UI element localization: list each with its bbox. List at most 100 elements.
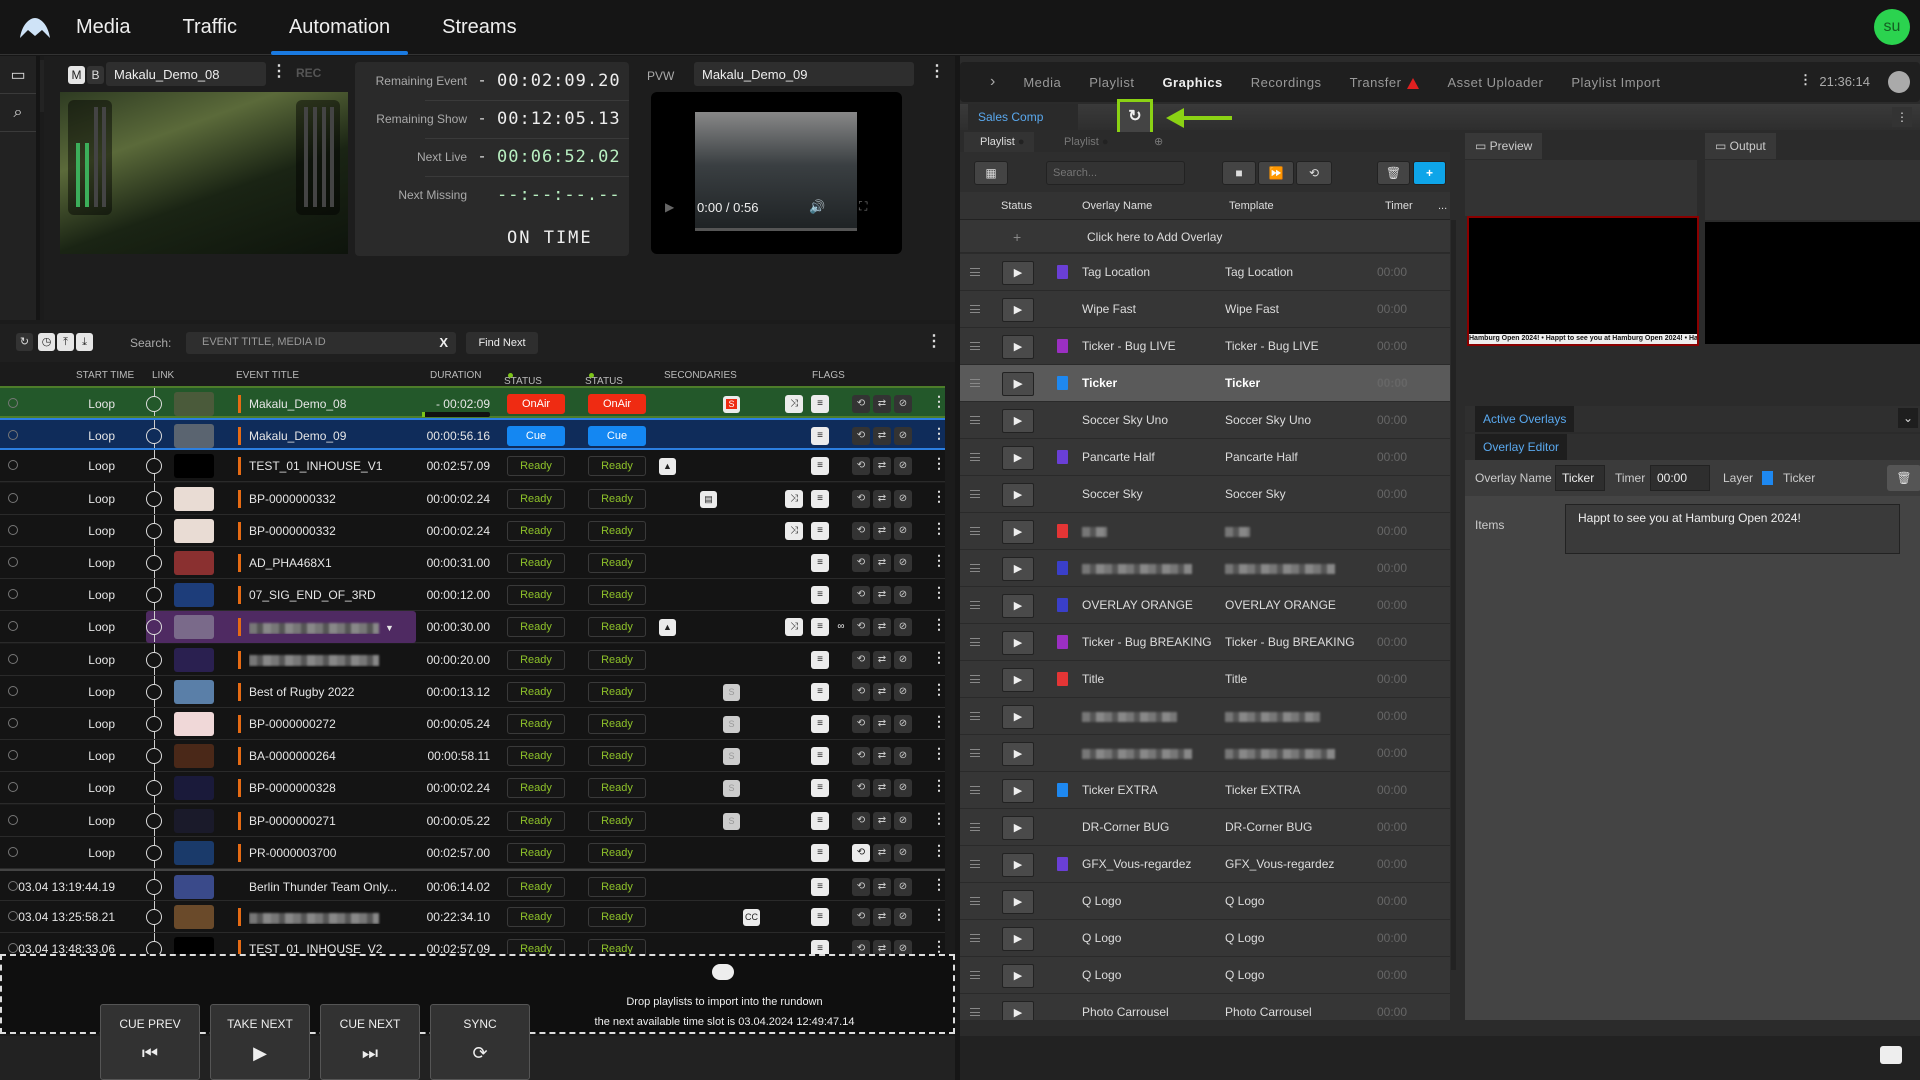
closed-caption-icon[interactable]: CC [743, 909, 760, 927]
drag-handle-icon[interactable] [970, 379, 980, 387]
status-m[interactable]: OnAir [507, 394, 565, 414]
loop-flag-icon[interactable]: ⟲ [852, 779, 870, 798]
main-backup-toggle[interactable]: M B [68, 66, 104, 84]
status-m[interactable]: Ready [507, 456, 565, 477]
status-b[interactable]: Ready [588, 585, 646, 606]
overlay-row[interactable]: ▶ Soccer Sky Soccer Sky 00:00 [960, 476, 1450, 513]
rundown-row[interactable]: Loop 00:00:20.00 Ready Ready ≡ ⟲ ⇄ ⊘ ⋮ [0, 643, 946, 676]
player-progress[interactable] [695, 228, 857, 231]
sequence-flag-icon[interactable]: ⇄ [873, 747, 891, 766]
drag-handle-icon[interactable] [970, 971, 980, 979]
playlist-flag-icon[interactable]: ≡ [811, 715, 829, 733]
play-overlay-button[interactable]: ▶ [1002, 409, 1034, 433]
no-record-flag-icon[interactable]: ⊘ [894, 521, 912, 540]
link-icon[interactable] [146, 780, 162, 797]
cue-next-button[interactable]: CUE NEXT ⏭ [320, 1004, 420, 1080]
sequence-flag-icon[interactable]: ⇄ [873, 908, 891, 927]
loop-flag-icon[interactable]: ⟲ [852, 908, 870, 927]
drag-handle-icon[interactable] [970, 490, 980, 498]
rundown-row[interactable]: Loop Makalu_Demo_08 - 00:02:09 OnAir OnAir S ⤨… [0, 386, 946, 418]
status-b[interactable]: OnAir [588, 394, 646, 414]
status-m[interactable]: Ready [507, 842, 565, 863]
overlay-row[interactable]: ▶ Pancarte Half Pancarte Half 00:00 [960, 439, 1450, 476]
timer-input[interactable]: 00:00 [1650, 465, 1710, 491]
delete-button[interactable]: 🗑 [1377, 161, 1410, 185]
status-b[interactable]: Ready [588, 553, 646, 573]
sequence-flag-icon[interactable]: ⇄ [873, 878, 891, 896]
drag-handle-icon[interactable] [970, 1008, 980, 1016]
sync-button[interactable]: SYNC ⟳ [430, 1004, 530, 1080]
clock-icon[interactable] [8, 621, 18, 632]
drag-handle-icon[interactable] [970, 675, 980, 683]
status-b[interactable]: Ready [588, 810, 646, 831]
status-m[interactable]: Ready [507, 714, 565, 734]
drag-handle-icon[interactable] [970, 305, 980, 313]
playlist-flag-icon[interactable]: ≡ [811, 650, 829, 669]
status-b[interactable]: Ready [588, 649, 646, 670]
loop-flag-icon[interactable]: ⟲ [852, 811, 870, 830]
row-menu-icon[interactable]: ⋮ [932, 907, 946, 921]
document-secondary-icon[interactable]: ▤ [700, 490, 717, 508]
program-menu-icon[interactable]: ⋮ [271, 64, 287, 80]
overlay-row[interactable]: ▶ Title Title 00:00 [960, 661, 1450, 698]
overlay-row[interactable]: ▶ 00:00 [960, 735, 1450, 772]
status-m[interactable]: Ready [507, 681, 565, 702]
nav-tab-automation[interactable]: Automation [270, 0, 409, 55]
secondary-event-icon[interactable]: S [723, 683, 740, 701]
status-m[interactable]: Ready [507, 810, 565, 831]
play-overlay-button[interactable]: ▶ [1002, 964, 1034, 988]
dropdown-icon[interactable]: ▼ [385, 623, 394, 633]
play-overlay-button[interactable]: ▶ [1002, 557, 1034, 581]
playlist-flag-icon[interactable]: ≡ [811, 779, 829, 798]
drag-handle-icon[interactable] [970, 786, 980, 794]
status-m[interactable]: Ready [507, 746, 565, 767]
no-record-flag-icon[interactable]: ⊘ [894, 650, 912, 669]
no-record-flag-icon[interactable]: ⊘ [894, 715, 912, 733]
clock-icon[interactable] [8, 718, 18, 728]
row-menu-icon[interactable]: ⋮ [932, 617, 946, 631]
link-icon[interactable] [146, 748, 162, 765]
status-m[interactable]: Ready [507, 585, 565, 606]
clock-icon[interactable] [8, 846, 18, 857]
play-overlay-button[interactable]: ▶ [1002, 668, 1034, 692]
col-timer[interactable]: Timer [1385, 200, 1413, 212]
nav-tab-traffic[interactable]: Traffic [178, 0, 240, 55]
rundown-row[interactable]: Loop TEST_01_INHOUSE_V1 00:02:57.09 Ready Re… [0, 450, 946, 483]
row-menu-icon[interactable]: ⋮ [932, 426, 946, 440]
active-overlays-section[interactable]: Active Overlays ⌄ [1465, 406, 1920, 432]
overlay-row[interactable]: ▶ Tag Location Tag Location 00:00 [960, 254, 1450, 291]
drag-handle-icon[interactable] [970, 712, 980, 720]
link-icon[interactable] [146, 490, 162, 507]
overlay-row[interactable]: ▶ 00:00 [960, 550, 1450, 587]
row-menu-icon[interactable]: ⋮ [932, 746, 946, 760]
row-menu-icon[interactable]: ⋮ [932, 778, 946, 792]
playlist-flag-icon[interactable]: ≡ [811, 878, 829, 896]
drag-handle-icon[interactable] [970, 749, 980, 757]
sequence-flag-icon[interactable]: ⇄ [873, 586, 891, 605]
sequence-flag-icon[interactable]: ⇄ [873, 521, 891, 540]
playlist-flag-icon[interactable]: ≡ [811, 843, 829, 862]
clock-icon[interactable] [8, 782, 18, 793]
clock-icon[interactable] [8, 398, 18, 408]
status-b[interactable]: Cue [588, 426, 646, 447]
status-b[interactable]: Ready [588, 681, 646, 702]
status-b[interactable]: Ready [588, 907, 646, 928]
row-menu-icon[interactable]: ⋮ [932, 489, 946, 503]
overlay-row[interactable]: ▶ 00:00 [960, 698, 1450, 735]
playlist-flag-icon[interactable]: ≡ [811, 618, 829, 637]
status-b[interactable]: Ready [588, 617, 646, 638]
status-b[interactable]: Ready [588, 842, 646, 863]
secondary-event-icon[interactable]: S [723, 812, 740, 830]
link-icon[interactable] [146, 909, 162, 926]
status-b[interactable]: Ready [588, 746, 646, 767]
row-menu-icon[interactable]: ⋮ [932, 714, 946, 728]
status-b[interactable]: Ready [588, 520, 646, 541]
drag-handle-icon[interactable] [970, 268, 980, 276]
loop-flag-icon[interactable]: ⟲ [852, 427, 870, 446]
overlay-row[interactable]: ▶ DR-Corner BUG DR-Corner BUG 00:00 [960, 809, 1450, 846]
playlist-tab-1[interactable]: Playlist ● [964, 132, 1034, 152]
rundown-row[interactable]: Loop BP-0000000328 00:00:02.24 Ready Ready S ≡… [0, 772, 946, 805]
link-icon[interactable] [146, 587, 162, 604]
play-overlay-button[interactable]: ▶ [1002, 816, 1034, 840]
loop-flag-icon[interactable]: ⟲ [852, 489, 870, 508]
